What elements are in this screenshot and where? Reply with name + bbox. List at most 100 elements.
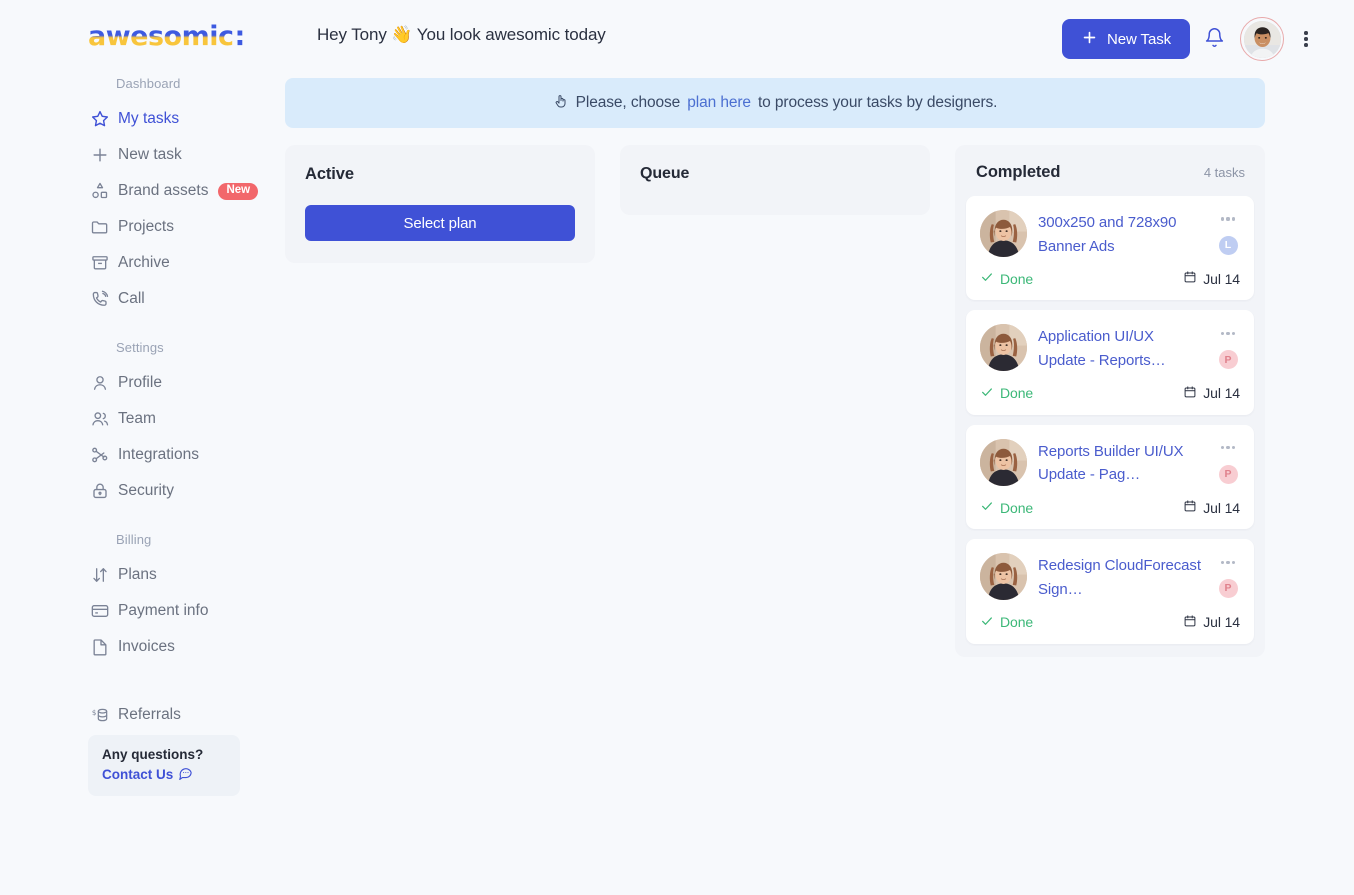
sidebar-group-other: $ Referrals <box>0 697 285 733</box>
greeting-suffix: You look awesomic today <box>416 25 606 44</box>
task-card[interactable]: Application UI/UX Update - Reports… P Done… <box>966 310 1254 415</box>
folder-icon <box>90 217 110 237</box>
sidebar-item-label: Invoices <box>118 638 175 655</box>
sidebar-item-referrals[interactable]: $ Referrals <box>0 697 285 733</box>
choose-plan-banner: Please, choose plan here to process your… <box>285 78 1265 128</box>
task-type-chip: P <box>1218 579 1238 599</box>
task-type-chip: P <box>1218 464 1238 484</box>
sidebar-item-integrations[interactable]: Integrations <box>0 437 285 473</box>
kebab-menu-icon[interactable] <box>1286 19 1326 59</box>
app-logo[interactable]: awesomic: <box>88 20 246 52</box>
referrals-coins-icon: $ <box>90 705 110 725</box>
designer-avatar <box>980 438 1027 486</box>
wave-emoji: 👋 <box>391 25 413 44</box>
more-options-icon[interactable] <box>1220 441 1236 455</box>
status-badge: Done <box>980 270 1033 287</box>
greeting-prefix: Hey Tony <box>317 25 387 44</box>
sidebar-item-invoices[interactable]: Invoices <box>0 629 285 665</box>
sidebar-item-my-tasks[interactable]: My tasks <box>0 101 285 137</box>
notifications-button[interactable] <box>1190 19 1238 59</box>
sidebar-item-archive[interactable]: Archive <box>0 245 285 281</box>
sidebar-item-plans[interactable]: Plans <box>0 557 285 593</box>
contact-us-link[interactable]: Contact Us <box>102 765 226 783</box>
calendar-icon <box>1183 385 1197 402</box>
status-label: Done <box>1000 614 1034 630</box>
banner-text-before: Please, choose <box>575 94 681 111</box>
more-options-icon[interactable] <box>1220 212 1236 226</box>
plan-here-link[interactable]: plan here <box>687 94 751 112</box>
integrations-icon <box>90 445 110 465</box>
contact-us-label: Contact Us <box>102 766 174 782</box>
task-card-top: Application UI/UX Update - Reports… P <box>980 324 1240 372</box>
task-date-label: Jul 14 <box>1203 385 1240 402</box>
more-options-icon[interactable] <box>1220 326 1236 340</box>
logo-text: awesomic <box>88 20 234 52</box>
bell-icon <box>1204 27 1225 51</box>
help-title: Any questions? <box>102 747 204 762</box>
status-badge: Done <box>980 385 1033 402</box>
task-date-label: Jul 14 <box>1203 270 1240 287</box>
archive-icon <box>90 253 110 273</box>
phone-call-icon <box>90 289 110 309</box>
task-card-top: Redesign CloudForecast Sign… P <box>980 553 1240 601</box>
banner-text-after: to process your tasks by designers. <box>757 94 998 111</box>
sidebar-group-billing: Billing Plans Payment info Invoices <box>0 532 285 665</box>
plus-icon <box>1081 29 1098 50</box>
sidebar-item-label: Call <box>118 290 145 307</box>
sidebar-item-call[interactable]: Call <box>0 281 285 317</box>
sidebar-item-payment-info[interactable]: Payment info <box>0 593 285 629</box>
task-card-footer: Done Jul 14 <box>980 385 1240 402</box>
designer-avatar <box>980 324 1027 372</box>
sidebar-item-profile[interactable]: Profile <box>0 365 285 401</box>
user-avatar-button[interactable] <box>1240 17 1284 61</box>
active-column-title: Active <box>305 165 354 183</box>
sidebar-item-label: Projects <box>118 218 174 235</box>
task-date-label: Jul 14 <box>1203 499 1240 516</box>
sidebar-item-label: Team <box>118 410 156 427</box>
task-title[interactable]: 300x250 and 728x90 Banner Ads <box>1038 211 1205 258</box>
document-icon <box>90 637 110 657</box>
lock-icon <box>90 481 110 501</box>
task-title[interactable]: Application UI/UX Update - Reports… <box>1038 325 1205 372</box>
sidebar-item-brand-assets[interactable]: Brand assets New <box>0 173 285 209</box>
more-options-icon[interactable] <box>1220 555 1236 569</box>
completed-column-title: Completed <box>976 163 1061 181</box>
task-title[interactable]: Reports Builder UI/UX Update - Pag… <box>1038 440 1205 487</box>
sidebar-item-projects[interactable]: Projects <box>0 209 285 245</box>
select-plan-button[interactable]: Select plan <box>305 205 575 241</box>
task-card-body: Reports Builder UI/UX Update - Pag… <box>1038 439 1205 487</box>
sidebar-item-label: Archive <box>118 254 170 271</box>
new-task-button[interactable]: New Task <box>1062 19 1190 59</box>
task-card-body: Redesign CloudForecast Sign… <box>1038 553 1205 601</box>
task-card-footer: Done Jul 14 <box>980 270 1240 287</box>
sidebar-item-security[interactable]: Security <box>0 473 285 509</box>
completed-column-header: Completed 4 tasks <box>966 163 1254 182</box>
sidebar-group-title: Billing <box>116 532 152 547</box>
user-icon <box>90 373 110 393</box>
task-card[interactable]: 300x250 and 728x90 Banner Ads L Done Jul 14 <box>966 196 1254 301</box>
task-card-top: Reports Builder UI/UX Update - Pag… P <box>980 438 1240 487</box>
status-badge: Done <box>980 614 1033 631</box>
task-card[interactable]: Reports Builder UI/UX Update - Pag… P Done… <box>966 424 1254 530</box>
calendar-icon <box>1183 614 1197 631</box>
sidebar-item-label: Security <box>118 482 174 499</box>
logo-colon: : <box>234 20 246 52</box>
task-type-chip: L <box>1218 236 1238 255</box>
sidebar-item-team[interactable]: Team <box>0 401 285 437</box>
status-label: Done <box>1000 270 1034 287</box>
sidebar-item-new-task[interactable]: New task <box>0 137 285 173</box>
header-actions: New Task <box>1062 17 1326 61</box>
sidebar-item-label: Brand assets <box>118 182 209 199</box>
task-card[interactable]: Redesign CloudForecast Sign… P Done Jul 14 <box>966 539 1254 644</box>
sidebar-group-settings: Settings Profile Team Integrations Security <box>0 340 285 509</box>
designer-avatar <box>980 553 1027 601</box>
completed-task-count: 4 tasks <box>1203 165 1245 180</box>
sidebar-item-label: Plans <box>118 566 157 583</box>
brand-assets-icon <box>90 181 110 201</box>
task-card-footer: Done Jul 14 <box>980 499 1240 516</box>
chat-bubble-icon <box>178 765 193 783</box>
designer-avatar <box>980 210 1027 257</box>
task-due-date: Jul 14 <box>1183 270 1240 287</box>
task-title[interactable]: Redesign CloudForecast Sign… <box>1038 554 1205 601</box>
task-due-date: Jul 14 <box>1183 614 1240 631</box>
